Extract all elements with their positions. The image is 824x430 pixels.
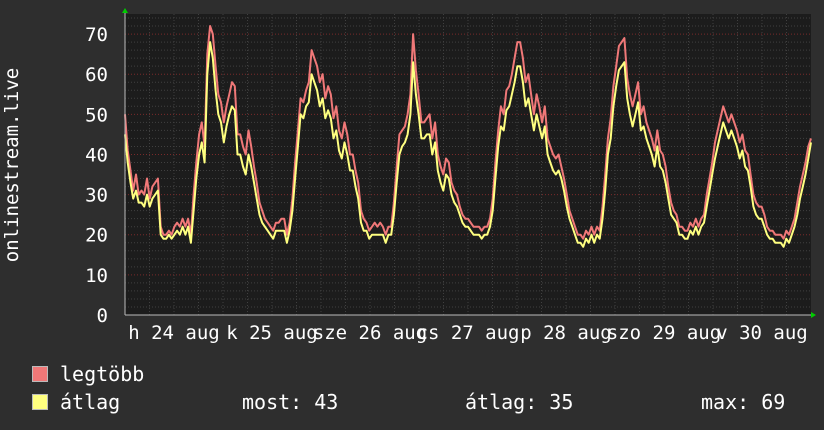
y-tick-label: 30 (85, 185, 108, 207)
x-tick-label: v 30 aug (716, 322, 808, 344)
x-tick-label: p 28 aug (520, 322, 612, 344)
line-chart: 0 10 20 30 40 50 60 70 h 24 aug k 25 augsze 26 a… (1, 8, 816, 344)
y-tick-label: 50 (85, 104, 108, 126)
x-tick-label: cs 27 aug (417, 322, 520, 344)
x-tick-labels: h 24 aug k 25 augsze 26 augcs 27 aug p 28 … (128, 322, 808, 344)
x-tick-label: sze 26 aug (313, 322, 427, 344)
x-tick-label: k 25 aug (226, 322, 318, 344)
y-tick-label: 60 (85, 64, 108, 86)
y-tick-label: 70 (85, 24, 108, 46)
x-tick-label: szo 29 aug (607, 322, 721, 344)
x-axis-arrow (811, 312, 816, 318)
y-axis-label: onlinestream.live (1, 68, 23, 262)
y-tick-labels: 0 10 20 30 40 50 60 70 (85, 24, 108, 327)
y-axis-arrow (122, 8, 128, 13)
y-tick-label: 0 (97, 305, 108, 327)
y-tick-label: 10 (85, 265, 108, 287)
y-tick-label: 20 (85, 225, 108, 247)
x-tick-label: h 24 aug (128, 322, 220, 344)
y-tick-label: 40 (85, 144, 108, 166)
